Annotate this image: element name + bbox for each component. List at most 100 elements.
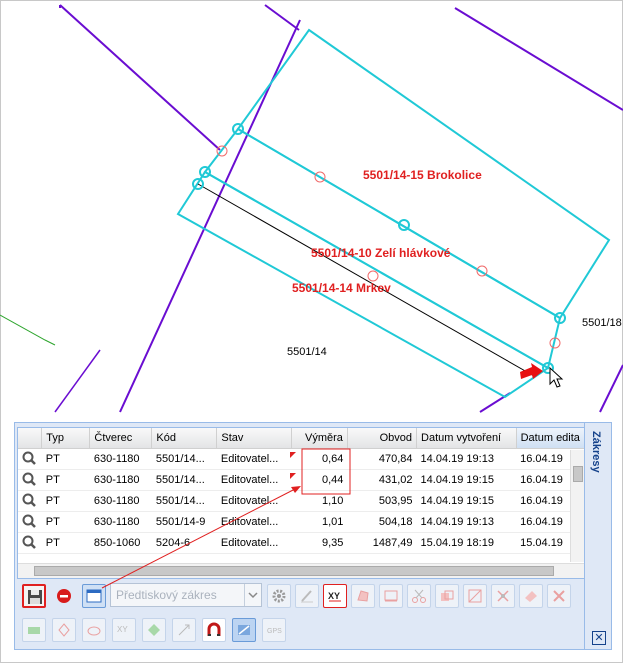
zoom-to-row-button[interactable] (18, 469, 42, 491)
gear-icon (272, 589, 286, 603)
table-row[interactable]: PT 630-1180 5501/14... Editovatel... 0,6… (18, 448, 585, 470)
magnifier-icon (22, 451, 36, 465)
layers-button[interactable] (22, 618, 46, 642)
draw-polygon-icon (357, 590, 369, 602)
cell-datum-vytvoreni: 14.04.19 19:13 (416, 511, 517, 533)
parcel-label-5501-14: 5501/14 (287, 346, 327, 358)
erase-area-button[interactable] (82, 618, 106, 642)
cell-typ: PT (41, 448, 90, 470)
column-header-stav[interactable]: Stav (216, 428, 293, 449)
cell-ctverec: 850-1060 (89, 532, 152, 554)
vertical-scrollbar[interactable] (570, 450, 585, 562)
vertical-scroll-thumb[interactable] (573, 466, 583, 482)
split-button[interactable] (463, 584, 487, 608)
erase-area-icon (87, 626, 101, 636)
save-icon (28, 590, 42, 604)
edit-rectangle-button[interactable] (379, 584, 403, 608)
cell-ctverec: 630-1180 (89, 448, 152, 470)
zoom-to-row-button[interactable] (18, 532, 42, 554)
save-button[interactable] (22, 584, 46, 608)
cell-stav: Editovatel... (216, 448, 292, 470)
erase-button[interactable] (519, 584, 543, 608)
cell-datum-vytvoreni: 14.04.19 19:15 (416, 490, 517, 512)
cell-stav: Editovatel... (216, 490, 292, 512)
column-header-datum-vytvoreni[interactable]: Datum vytvoření (416, 428, 517, 449)
split-icon (468, 589, 482, 603)
cut-button[interactable] (407, 584, 431, 608)
cut-icon (412, 589, 426, 603)
magnet-icon (207, 622, 221, 636)
snap-button[interactable] (232, 618, 256, 642)
erase-icon (525, 591, 537, 602)
panel-title: Zákresy (590, 431, 602, 473)
xy-point-icon: XY (117, 625, 128, 634)
cell-ctverec: 630-1180 (89, 490, 152, 512)
column-header-typ[interactable]: Typ (41, 428, 91, 449)
cell-kod: 5501/14-9 (151, 511, 217, 533)
parcel-label-brokolice: 5501/14-15 Brokolice (363, 168, 482, 182)
cell-obvod: 470,84 (347, 448, 417, 470)
zoom-to-row-button[interactable] (18, 448, 42, 470)
delete-shape-button[interactable] (547, 584, 571, 608)
xy-button[interactable]: XY (323, 584, 347, 608)
cell-vymera: 1,10 (291, 490, 348, 512)
xy-point-button[interactable]: XY (112, 618, 136, 642)
copy-button[interactable] (435, 584, 459, 608)
merge-button[interactable] (491, 584, 515, 608)
pencil-button[interactable] (295, 584, 319, 608)
table-row[interactable]: PT 850-1060 5204-6 Editovatel... 9,35 14… (18, 532, 585, 554)
cell-typ: PT (41, 490, 90, 512)
arrow-tool-button[interactable] (172, 618, 196, 642)
cell-kod: 5501/14... (151, 490, 217, 512)
column-header-ctverec[interactable]: Čtverec (89, 428, 153, 449)
zoom-to-row-button[interactable] (18, 511, 42, 533)
move-button[interactable] (52, 618, 76, 642)
column-header-datum-editace[interactable]: Datum edita (516, 428, 585, 449)
merge-icon (497, 590, 509, 602)
close-panel-button[interactable]: ✕ (592, 631, 606, 645)
cell-obvod: 431,02 (347, 469, 417, 491)
zakresy-side-tab[interactable]: Zákresy ✕ (584, 423, 611, 649)
draw-polygon-button[interactable] (351, 584, 375, 608)
table-row[interactable]: PT 630-1180 5501/14-9 Editovatel... 1,01… (18, 511, 585, 533)
cell-vymera: 0,44 (291, 469, 348, 491)
cell-ctverec: 630-1180 (89, 469, 152, 491)
cell-kod: 5204-6 (151, 532, 217, 554)
column-header-obvod[interactable]: Obvod (347, 428, 418, 449)
horizontal-scrollbar[interactable] (18, 563, 585, 578)
cell-datum-vytvoreni: 15.04.19 18:19 (416, 532, 517, 554)
window-button[interactable] (82, 584, 106, 608)
cell-typ: PT (41, 469, 90, 491)
cell-datum-vytvoreni: 14.04.19 19:13 (416, 448, 517, 470)
layers-icon (28, 627, 40, 634)
cell-stav: Editovatel... (216, 511, 292, 533)
cell-typ: PT (41, 511, 90, 533)
table-row[interactable]: PT 630-1180 5501/14... Editovatel... 1,1… (18, 490, 585, 512)
cell-vymera: 9,35 (291, 532, 348, 554)
parcel-label-zeli: 5501/14-10 Zelí hlávkové (311, 246, 451, 260)
cell-obvod: 504,18 (347, 511, 417, 533)
magnet-button[interactable] (202, 618, 226, 642)
pencil-icon (301, 590, 313, 603)
svg-text:XY: XY (328, 591, 340, 601)
cell-ctverec: 630-1180 (89, 511, 152, 533)
fill-button[interactable] (142, 618, 166, 642)
table-row[interactable]: PT 630-1180 5501/14... Editovatel... 0,4… (18, 469, 585, 491)
arrow-icon (178, 624, 190, 636)
horizontal-scroll-thumb[interactable] (34, 566, 554, 576)
column-header-kod[interactable]: Kód (151, 428, 218, 449)
settings-button[interactable] (267, 584, 291, 608)
copy-icon (441, 590, 454, 601)
magnifier-icon (22, 535, 36, 549)
gps-button[interactable]: GPS (262, 618, 286, 642)
predtisk-combo[interactable]: Předtiskový zákres (110, 583, 262, 607)
cancel-button[interactable] (52, 584, 76, 608)
zakresy-panel: Typ Čtverec Kód Stav Výměra Obvod Datum … (14, 422, 612, 650)
cell-stav: Editovatel... (216, 532, 292, 554)
column-header-vymera[interactable]: Výměra (291, 428, 348, 449)
cell-kod: 5501/14... (151, 448, 217, 470)
chevron-down-icon[interactable] (244, 584, 261, 606)
zoom-to-row-button[interactable] (18, 490, 42, 512)
move-icon (58, 623, 70, 637)
snap-icon (238, 625, 250, 635)
